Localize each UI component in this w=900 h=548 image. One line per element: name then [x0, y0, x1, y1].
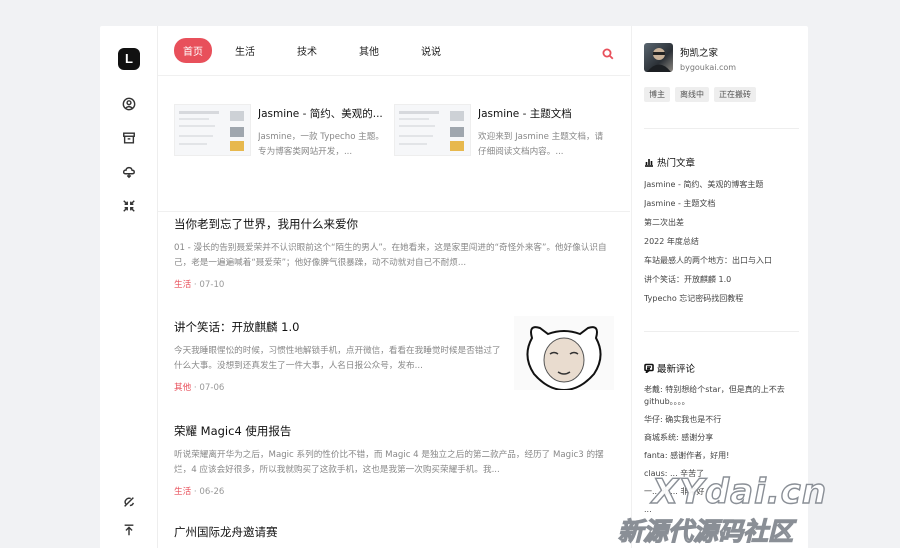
- post-title[interactable]: 广州国际龙舟邀请赛: [174, 524, 614, 540]
- main-content: 首页 生活 技术 其他 说说 Jasmine - 简约、美观的... Jasmi…: [158, 26, 630, 548]
- post-thumbnail-meme[interactable]: [514, 316, 614, 390]
- status-badge: 博主: [644, 87, 670, 102]
- list-item[interactable]: 讲个笑话：开放麒麟 1.0: [644, 274, 804, 293]
- status-badge: 正在搬砖: [714, 87, 756, 102]
- list-item[interactable]: 华仔: 确实我也是不行: [644, 414, 804, 426]
- recent-comments-title: 最新评论: [657, 364, 696, 375]
- featured-card[interactable]: Jasmine - 主题文档 欢迎来到 Jasmine 主题文档，请仔细阅读文档…: [394, 104, 612, 211]
- list-item[interactable]: 商城系统: 感谢分享: [644, 432, 804, 444]
- post-excerpt: 01 - 漫长的告别聂爱荣并不认识眼前这个“陌生的男人”。在她看来，这是家里闯进…: [174, 243, 607, 268]
- site-logo[interactable]: L: [118, 48, 140, 70]
- post-excerpt: 听说荣耀离开华为之后，Magic 系列的性价比不错，而 Magic 4 是独立之…: [174, 450, 604, 475]
- list-item[interactable]: claus: ... 辛苦了: [644, 468, 804, 480]
- top-nav: 首页 生活 技术 其他 说说: [158, 26, 630, 76]
- hot-posts-heading: 热门文章: [644, 155, 695, 169]
- featured-posts: Jasmine - 简约、美观的... Jasmine，一款 Typecho 主…: [158, 76, 630, 212]
- list-item[interactable]: Typecho 忘记密码找回教程: [644, 293, 804, 312]
- search-icon[interactable]: [602, 45, 614, 60]
- list-item[interactable]: fanta: 感谢作者，好用!: [644, 450, 804, 462]
- featured-thumbnail: [394, 104, 471, 156]
- featured-desc: 欢迎来到 Jasmine 主题文档，请仔细阅读文档内容。...: [478, 132, 604, 157]
- divider: [644, 331, 799, 332]
- list-item[interactable]: 第二次出差: [644, 217, 804, 236]
- bar-chart-icon: [645, 159, 653, 167]
- archive-icon[interactable]: [119, 128, 139, 148]
- left-rail: L: [100, 26, 158, 548]
- comment-icon: [644, 363, 654, 373]
- post-category[interactable]: 生活: [174, 280, 191, 290]
- status-badge: 离线中: [675, 87, 709, 102]
- list-item[interactable]: Jasmine - 简约、美观的博客主题: [644, 179, 804, 198]
- hot-posts-list: Jasmine - 简约、美观的博客主题 Jasmine - 主题文档 第二次出…: [644, 179, 804, 312]
- tab-talk[interactable]: 说说: [412, 38, 450, 63]
- back-to-top-icon[interactable]: [119, 520, 139, 540]
- list-item[interactable]: Jasmine - 主题文档: [644, 198, 804, 217]
- tab-other[interactable]: 其他: [350, 38, 388, 63]
- post-excerpt: 今天我睡眼惺忪的时候，习惯性地解锁手机，点开微信，看看在我睡觉时候是否错过了什么…: [174, 346, 501, 371]
- list-item[interactable]: 一... 很... 非常好: [644, 486, 804, 498]
- post-item: 当你老到忘了世界，我用什么来爱你 01 - 漫长的告别聂爱荣并不认识眼前这个“陌…: [174, 216, 614, 290]
- tab-tech[interactable]: 技术: [288, 38, 326, 63]
- recent-comments-list: 老戴: 特别想给个star，但是真的上不去github。。。。 华仔: 确实我也…: [644, 384, 804, 522]
- tab-home[interactable]: 首页: [174, 38, 212, 63]
- collapse-icon[interactable]: [119, 196, 139, 216]
- recent-comments-heading: 最新评论: [644, 361, 695, 375]
- cloud-icon[interactable]: [119, 162, 139, 182]
- post-title[interactable]: 当你老到忘了世界，我用什么来爱你: [174, 216, 614, 232]
- featured-desc: Jasmine，一款 Typecho 主题。专为博客类网站开发，...: [258, 132, 384, 157]
- post-category[interactable]: 其他: [174, 383, 191, 393]
- post-meta: 其他 · 07-06: [174, 383, 225, 393]
- user-circle-icon[interactable]: [119, 94, 139, 114]
- list-item[interactable]: 老戴: 特别想给个star，但是真的上不去github。。。。: [644, 384, 804, 408]
- hot-posts-title: 热门文章: [657, 158, 696, 169]
- post-date: 07-10: [199, 280, 225, 290]
- post-item: 广州国际龙舟邀请赛: [174, 524, 614, 540]
- avatar[interactable]: [644, 43, 673, 72]
- site-url[interactable]: bygoukai.com: [680, 63, 736, 72]
- divider: [644, 128, 799, 129]
- status-tags: 博主 离线中 正在搬砖: [644, 87, 761, 102]
- post-meta: 生活 · 06-26: [174, 487, 225, 497]
- post-meta: 生活 · 07-10: [174, 280, 225, 290]
- featured-card[interactable]: Jasmine - 简约、美观的... Jasmine，一款 Typecho 主…: [174, 104, 392, 211]
- featured-title[interactable]: Jasmine - 简约、美观的...: [258, 106, 390, 121]
- list-item[interactable]: 2022 年度总结: [644, 236, 804, 255]
- post-date: 06-26: [199, 487, 225, 497]
- featured-thumbnail: [174, 104, 251, 156]
- post-category[interactable]: 生活: [174, 487, 191, 497]
- site-name[interactable]: 狗凯之家: [680, 45, 718, 59]
- post-item: 讲个笑话：开放麒麟 1.0 今天我睡眼惺忪的时候，习惯性地解锁手机，点开微信，看…: [174, 319, 504, 393]
- list-item[interactable]: 车站最感人的两个地方：出口与入口: [644, 255, 804, 274]
- right-sidebar: 狗凯之家 bygoukai.com 博主 离线中 正在搬砖 热门文章 Jasmi…: [631, 26, 808, 548]
- post-date: 07-06: [199, 383, 225, 393]
- theme-toggle-icon[interactable]: [119, 492, 139, 512]
- tab-life[interactable]: 生活: [226, 38, 264, 63]
- post-title[interactable]: 讲个笑话：开放麒麟 1.0: [174, 319, 504, 335]
- post-title[interactable]: 荣耀 Magic4 使用报告: [174, 423, 614, 439]
- featured-title[interactable]: Jasmine - 主题文档: [478, 106, 610, 121]
- list-item[interactable]: ...: [644, 504, 804, 516]
- post-item: 荣耀 Magic4 使用报告 听说荣耀离开华为之后，Magic 系列的性价比不错…: [174, 423, 614, 497]
